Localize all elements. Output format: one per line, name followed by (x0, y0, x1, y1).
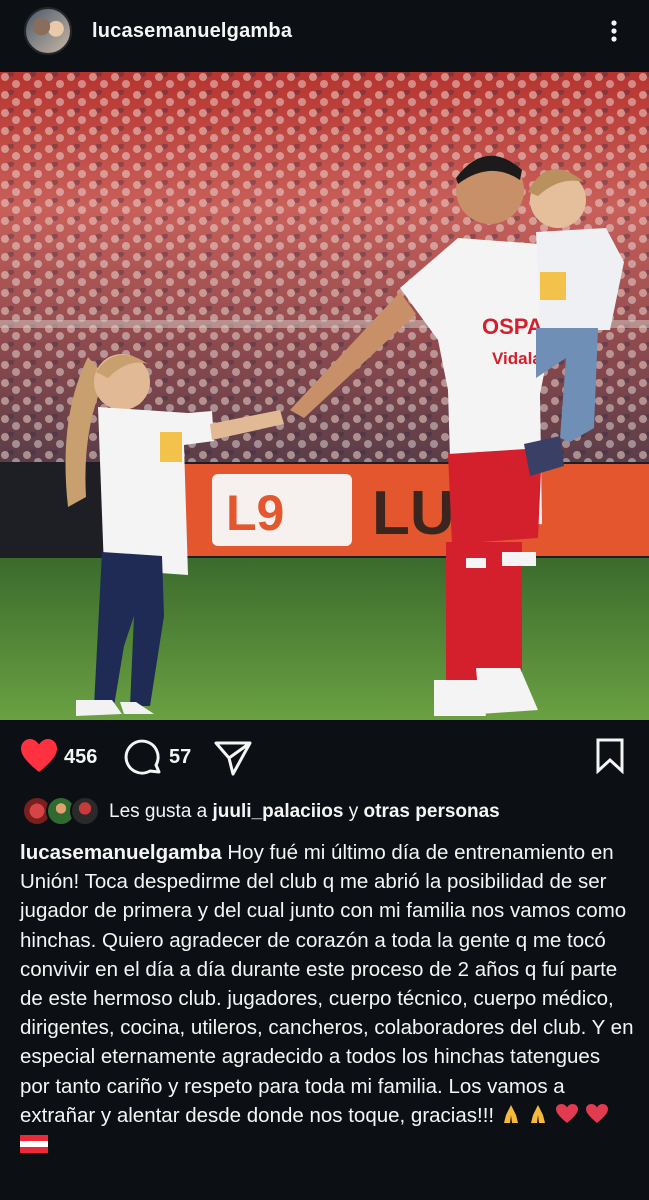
liked-by-row[interactable]: Les gusta a juuli_palaciios y otras pers… (22, 796, 642, 830)
pray-emoji-icon (531, 1104, 546, 1123)
ad-board-text: L9 (226, 485, 284, 541)
liked-by-user[interactable]: juuli_palaciios (213, 801, 344, 822)
more-vertical-icon[interactable] (604, 14, 624, 46)
pray-emoji-icon (503, 1104, 518, 1123)
post-username[interactable]: lucasemanuelgamba (92, 20, 292, 43)
liked-by-others[interactable]: otras personas (364, 801, 500, 822)
comment-count[interactable]: 57 (169, 746, 191, 769)
profile-avatar[interactable] (24, 7, 72, 55)
comment-icon[interactable] (124, 739, 162, 777)
caption-username[interactable]: lucasemanuelgamba (20, 841, 222, 864)
liked-by-text[interactable]: Les gusta a juuli_palaciios y otras pers… (109, 801, 500, 823)
red-heart-emoji-icon (556, 1103, 579, 1123)
caption-text: Hoy fué mi último día de entrenamiento e… (20, 841, 634, 1127)
liked-by-middle: y (343, 801, 364, 822)
post-photo[interactable]: L9 LUSO OSPAC Vidalac (0, 72, 649, 720)
liked-by-prefix: Les gusta a (109, 801, 213, 822)
red-heart-emoji-icon (585, 1103, 608, 1123)
austria-flag-emoji-icon (20, 1135, 48, 1154)
bookmark-icon[interactable] (594, 738, 626, 774)
like-count[interactable]: 456 (64, 746, 97, 769)
send-icon[interactable] (213, 739, 253, 777)
liker-avatar[interactable] (70, 796, 100, 826)
post-caption: lucasemanuelgamba Hoy fué mi último día … (20, 838, 635, 1159)
action-bar: 456 57 (0, 730, 649, 786)
heart-icon[interactable] (20, 738, 58, 774)
post-header: lucasemanuelgamba (0, 0, 649, 70)
